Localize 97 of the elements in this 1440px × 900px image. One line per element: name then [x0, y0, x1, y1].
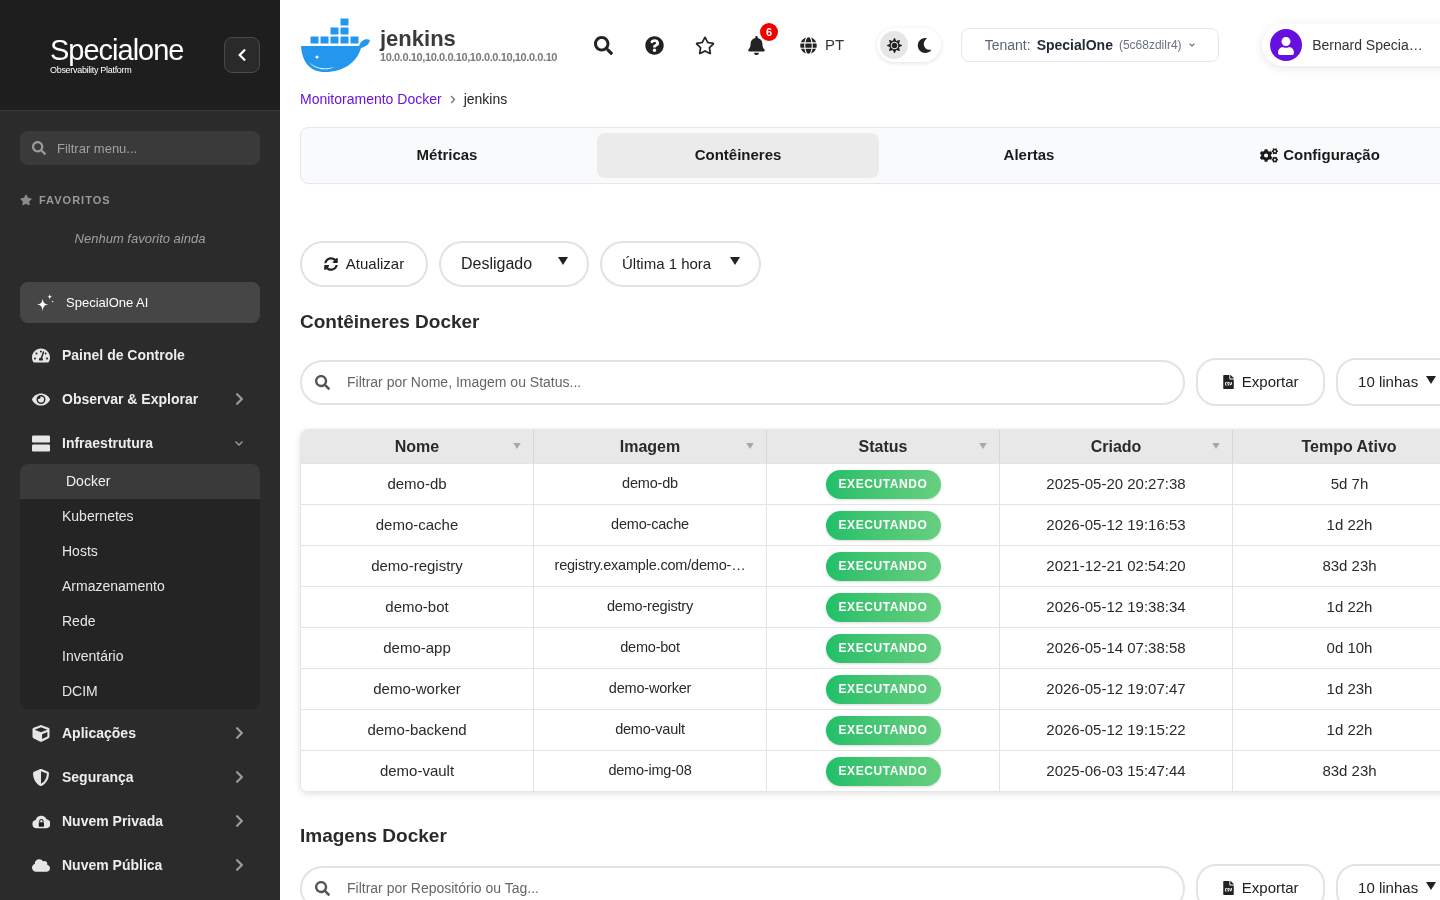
star-icon: [20, 194, 32, 206]
table-cell-text: 5d 7h: [1329, 473, 1370, 494]
whale-logo-icon: [300, 17, 370, 73]
refresh-icon: [323, 257, 338, 271]
submenu-item[interactable]: Armazenamento: [20, 569, 260, 604]
collapse-sidebar-button[interactable]: [224, 37, 260, 73]
search-icon: [593, 35, 613, 55]
breadcrumb-current: jenkins: [463, 89, 508, 109]
tab[interactable]: Configuração: [1179, 133, 1440, 178]
brand-name: Specialone: [50, 35, 184, 65]
favorites-empty-text: Nenhum favorito ainda: [74, 230, 206, 245]
ai-assistant-button[interactable]: SpecialOne AI: [20, 282, 260, 323]
submenu-item[interactable]: Kubernetes: [20, 499, 260, 534]
table-cell: demo-vault: [301, 751, 534, 791]
filter-field[interactable]: Filtrar por Nome, Imagem ou Status...: [300, 359, 1186, 405]
time-range-dropdown[interactable]: Última 1 hora: [600, 241, 761, 287]
help-icon: [644, 35, 664, 55]
caret-icon: [558, 257, 568, 265]
page-title: jenkins: [380, 26, 457, 51]
avatar-icon: [1270, 29, 1303, 61]
export-button[interactable]: Exportar: [1196, 864, 1326, 900]
status-indicator: EXECUTANDO: [825, 715, 941, 745]
shield-icon: [32, 768, 50, 786]
language-button[interactable]: PT: [800, 27, 845, 63]
search-icon: [32, 141, 46, 155]
table-cell-text: 1d 23h: [1325, 678, 1374, 699]
section-heading: Contêineres Docker: [300, 310, 481, 334]
bell-icon: [747, 35, 765, 55]
section-heading: Imagens Docker: [300, 824, 448, 848]
host-addresses: 10.0.0.10,10.0.0.10,10.0.0.10,10.0.0.10: [380, 50, 559, 64]
table-cell: demo-img-08: [534, 751, 767, 791]
nav-item[interactable]: Painel de Controle: [20, 335, 260, 375]
nav-item[interactable]: Infraestrutura: [20, 423, 260, 463]
table-cell-text: 1d 22h: [1325, 596, 1374, 617]
table-cell-text: 83d 23h: [1321, 555, 1378, 576]
server-icon: [32, 434, 50, 452]
tab[interactable]: Métricas: [306, 133, 588, 178]
status-indicator: EXECUTANDO: [825, 633, 941, 663]
table-cell-text: 1d 22h: [1325, 514, 1374, 535]
search-icon: [315, 374, 330, 390]
gauge-icon: [32, 346, 50, 364]
chevron-left-icon: [237, 48, 247, 62]
menu-filter-field[interactable]: Filtrar menu...: [20, 131, 260, 165]
page-size-dropdown[interactable]: 10 linhas: [1336, 358, 1440, 406]
globe-icon: [800, 36, 817, 54]
page-size-dropdown[interactable]: 10 linhas: [1336, 864, 1440, 900]
csv-file-icon: [1222, 375, 1234, 389]
sparkle-icon: [37, 294, 54, 311]
breadcrumb-link[interactable]: Monitoramento Docker: [300, 88, 442, 110]
sort-caret-icon: [1211, 443, 1221, 449]
status-indicator: EXECUTANDO: [825, 469, 941, 499]
nav-item[interactable]: Aplicações: [20, 713, 260, 753]
nav-item[interactable]: Nuvem Privada: [20, 801, 260, 841]
sun-icon: [886, 37, 902, 53]
nav-item[interactable]: Observar & Explorar: [20, 379, 260, 419]
status-indicator: EXECUTANDO: [825, 674, 941, 704]
submenu-item[interactable]: Inventário: [20, 639, 260, 674]
status-indicator: EXECUTANDO: [825, 756, 941, 786]
cube-icon: [32, 724, 50, 742]
nav-item[interactable]: Segurança: [20, 757, 260, 797]
nav-item[interactable]: Nuvem Pública: [20, 845, 260, 885]
status-indicator: EXECUTANDO: [825, 551, 941, 581]
search-icon: [315, 880, 330, 896]
caret-icon: [1426, 376, 1437, 384]
cloud-icon: [32, 856, 50, 874]
submenu-item[interactable]: DCIM: [20, 674, 260, 709]
gears-icon: [1260, 148, 1279, 163]
caret-icon: [1426, 882, 1437, 890]
table-cell: 2025-06-03 15:47:44: [1000, 751, 1233, 791]
csv-file-icon: [1222, 881, 1234, 895]
auto-refresh-dropdown[interactable]: Desligado: [439, 241, 589, 287]
submenu-item[interactable]: Rede: [20, 604, 260, 639]
sort-caret-icon: [978, 443, 988, 449]
user-menu-button[interactable]: Bernard Specia…: [1262, 24, 1440, 66]
chevron-right-icon: [449, 94, 456, 104]
notification-count: 6: [760, 23, 778, 41]
submenu-item[interactable]: Docker: [20, 464, 260, 499]
tab[interactable]: Alertas: [888, 133, 1170, 178]
favorites-heading: FAVORITOS: [39, 192, 111, 208]
table-cell-text: 1d 22h: [1325, 719, 1374, 740]
table-cell-text: 0d 10h: [1325, 637, 1374, 658]
status-indicator: EXECUTANDO: [825, 592, 941, 622]
star-icon: [695, 35, 715, 55]
light-theme-button[interactable]: [880, 31, 909, 59]
sort-caret-icon: [745, 443, 755, 449]
status-indicator: EXECUTANDO: [825, 510, 941, 540]
tab[interactable]: Contêineres: [597, 133, 879, 178]
filter-field[interactable]: Filtrar por Repositório ou Tag...: [300, 865, 1186, 900]
tenant-selector[interactable]: Tenant: SpecialOne (5c68zdilr4): [961, 28, 1220, 62]
moon-icon: [916, 37, 932, 53]
submenu-item[interactable]: Hosts: [20, 534, 260, 569]
chevron-down-icon: [1187, 42, 1196, 48]
caret-icon: [730, 257, 740, 265]
refresh-button[interactable]: Atualizar: [300, 241, 428, 287]
export-button[interactable]: Exportar: [1196, 358, 1326, 406]
sort-caret-icon: [512, 443, 522, 449]
table-cell-text: 83d 23h: [1321, 760, 1378, 781]
